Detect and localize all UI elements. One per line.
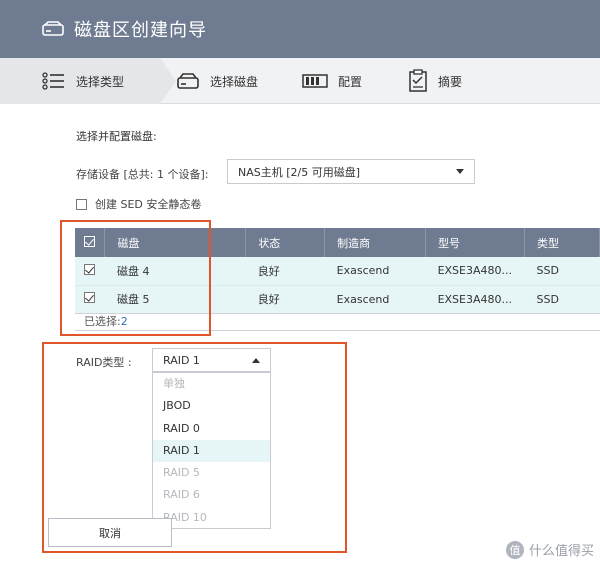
- step-summary[interactable]: 摘要: [408, 58, 498, 104]
- sed-checkbox[interactable]: [76, 198, 87, 210]
- step-select-type[interactable]: 选择类型: [0, 58, 176, 104]
- step-label: 配置: [338, 74, 363, 89]
- model-cell: EXSE3A480...: [425, 285, 525, 314]
- watermark: 值 什么值得买: [505, 540, 594, 559]
- storage-device-label: 存储设备 [总共: 1 个设备]:: [76, 168, 209, 181]
- model-cell: EXSE3A480...: [425, 257, 525, 286]
- type-cell: SSD: [524, 257, 600, 286]
- title-bar: 磁盘区创建向导: [0, 0, 600, 58]
- column-header-model[interactable]: 型号: [425, 228, 526, 257]
- drive-icon: [42, 21, 64, 36]
- status-cell: 良好: [245, 285, 325, 314]
- vendor-cell: Exascend: [324, 285, 426, 314]
- storage-device-value: NAS主机 [2/5 可用磁盘]: [238, 165, 361, 179]
- column-header-type[interactable]: 类型: [524, 228, 600, 257]
- step-label: 选择磁盘: [210, 74, 259, 89]
- status-cell: 良好: [245, 257, 325, 286]
- vendor-cell: Exascend: [324, 257, 426, 286]
- highlight-box-disks: [60, 220, 211, 336]
- raid-config-icon: [302, 74, 328, 88]
- step-configure[interactable]: 配置: [302, 58, 392, 104]
- column-header-vendor[interactable]: 制造商: [324, 228, 427, 257]
- type-cell: SSD: [524, 285, 600, 314]
- highlight-box-raid: [42, 342, 347, 553]
- step-label: 摘要: [438, 74, 463, 89]
- storage-device-select[interactable]: NAS主机 [2/5 可用磁盘]: [227, 159, 475, 184]
- wizard-steps: 选择类型 选择磁盘 配置 摘要: [0, 58, 600, 104]
- watermark-text: 什么值得买: [528, 544, 594, 559]
- sed-label: 创建 SED 安全静态卷: [95, 198, 202, 211]
- column-header-status[interactable]: 状态: [245, 228, 326, 257]
- list-icon: [42, 72, 64, 90]
- watermark-logo-icon: 值: [505, 540, 524, 559]
- drive-icon: [177, 73, 199, 89]
- step-select-disk[interactable]: 选择磁盘: [176, 58, 300, 104]
- step-label: 选择类型: [76, 74, 125, 89]
- chevron-down-icon: [456, 169, 464, 174]
- sed-option[interactable]: 创建 SED 安全静态卷: [76, 196, 201, 212]
- select-disks-label: 选择并配置磁盘:: [76, 130, 157, 143]
- wizard-content: 选择并配置磁盘: 存储设备 [总共: 1 个设备]: NAS主机 [2/5 可用…: [0, 104, 600, 565]
- clipboard-icon: [409, 69, 427, 92]
- window-title: 磁盘区创建向导: [74, 20, 207, 41]
